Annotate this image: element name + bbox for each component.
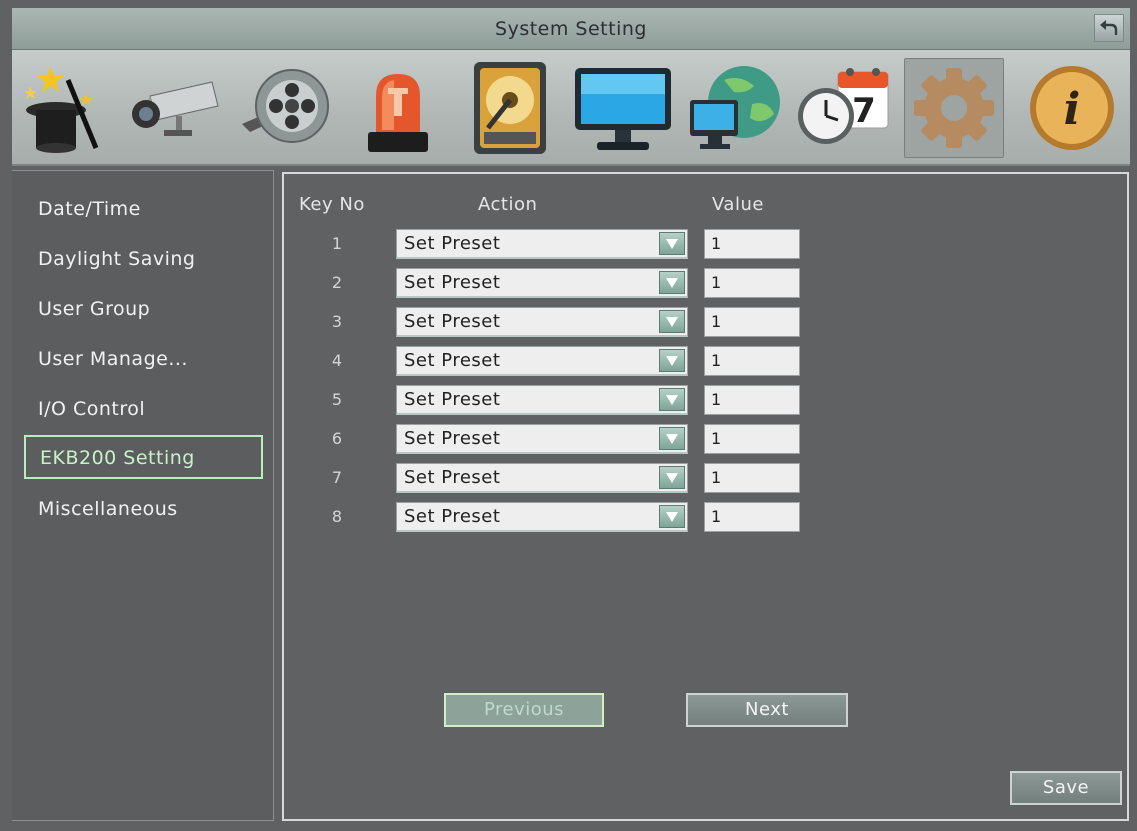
table-row: 7 Set Preset 1 (284, 463, 1127, 493)
value-input[interactable]: 1 (704, 424, 800, 454)
sidebar-item-date-time[interactable]: Date/Time (38, 191, 141, 227)
chevron-down-icon[interactable] (659, 232, 685, 255)
calendar-day: 7 (852, 91, 876, 131)
value-text: 1 (711, 273, 722, 292)
toolbar-schedule[interactable]: 7 (792, 58, 896, 158)
next-button[interactable]: Next (686, 693, 848, 727)
key-number: 2 (331, 273, 343, 292)
action-select[interactable]: Set Preset (396, 424, 688, 454)
chevron-down-icon[interactable] (659, 388, 685, 411)
sidebar-item-user-manage[interactable]: User Manage... (38, 341, 188, 377)
action-select-value: Set Preset (404, 350, 501, 371)
key-number: 5 (331, 390, 343, 409)
chevron-down-icon[interactable] (659, 349, 685, 372)
table-row: 3 Set Preset 1 (284, 307, 1127, 337)
alarm-light-icon (368, 74, 428, 152)
table-row: 1 Set Preset 1 (284, 229, 1127, 259)
info-icon: i (1030, 66, 1114, 150)
icon-toolbar: 7 i (12, 50, 1130, 166)
key-number: 3 (331, 312, 343, 331)
value-text: 1 (711, 351, 722, 370)
chevron-down-icon[interactable] (659, 310, 685, 333)
toolbar-info[interactable]: i (1022, 58, 1122, 158)
chevron-down-icon[interactable] (659, 505, 685, 528)
key-number: 6 (331, 429, 343, 448)
action-select-value: Set Preset (404, 428, 501, 449)
table-row: 6 Set Preset 1 (284, 424, 1127, 454)
toolbar-wizard[interactable] (14, 58, 114, 158)
action-select[interactable]: Set Preset (396, 385, 688, 415)
action-select-value: Set Preset (404, 467, 501, 488)
header-action: Action (478, 194, 538, 215)
network-globe-icon (690, 66, 780, 149)
table-row: 4 Set Preset 1 (284, 346, 1127, 376)
table-row: 2 Set Preset 1 (284, 268, 1127, 298)
hard-disk-icon (474, 62, 546, 154)
toolbar-camera[interactable] (120, 58, 220, 158)
magic-wand-hat-icon (24, 66, 99, 153)
monitor-icon (575, 68, 671, 150)
value-text: 1 (711, 468, 722, 487)
schedule-clock-icon: 7 (798, 68, 889, 144)
sidebar-item-ekb200-setting[interactable]: EKB200 Setting (24, 435, 263, 479)
key-number: 7 (331, 468, 343, 487)
action-select-value: Set Preset (404, 272, 501, 293)
save-button[interactable]: Save (1010, 771, 1122, 805)
toolbar-network[interactable] (684, 58, 788, 158)
action-select-value: Set Preset (404, 311, 501, 332)
action-select-value: Set Preset (404, 233, 501, 254)
value-input[interactable]: 1 (704, 307, 800, 337)
value-text: 1 (711, 234, 722, 253)
toolbar-display[interactable] (568, 58, 678, 158)
key-number: 1 (331, 234, 343, 253)
sidebar: Date/Time Daylight Saving User Group Use… (12, 170, 274, 821)
chevron-down-icon[interactable] (659, 427, 685, 450)
action-select[interactable]: Set Preset (396, 229, 688, 259)
chevron-down-icon[interactable] (659, 466, 685, 489)
value-input[interactable]: 1 (704, 463, 800, 493)
return-arrow-icon (1100, 20, 1118, 35)
info-glyph: i (1064, 84, 1081, 135)
sidebar-item-user-group[interactable]: User Group (38, 291, 150, 327)
key-number: 4 (331, 351, 343, 370)
chevron-down-icon[interactable] (659, 271, 685, 294)
sidebar-item-daylight-saving[interactable]: Daylight Saving (38, 241, 196, 277)
action-select-value: Set Preset (404, 506, 501, 527)
value-text: 1 (711, 507, 722, 526)
action-select[interactable]: Set Preset (396, 346, 688, 376)
previous-button[interactable]: Previous (444, 693, 604, 727)
camera-icon (132, 81, 219, 136)
window-title: System Setting (495, 18, 647, 40)
value-input[interactable]: 1 (704, 346, 800, 376)
toolbar-settings[interactable] (904, 58, 1004, 158)
gear-icon (914, 68, 994, 148)
value-input[interactable]: 1 (704, 229, 800, 259)
table-row: 8 Set Preset 1 (284, 502, 1127, 532)
back-button[interactable] (1094, 14, 1124, 42)
sidebar-item-io-control[interactable]: I/O Control (38, 391, 145, 427)
action-select[interactable]: Set Preset (396, 502, 688, 532)
action-select[interactable]: Set Preset (396, 463, 688, 493)
key-number: 8 (331, 507, 343, 526)
header-key-no: Key No (299, 194, 365, 215)
toolbar-disk[interactable] (460, 58, 560, 158)
toolbar-alarm[interactable] (348, 58, 448, 158)
header-value: Value (712, 194, 764, 215)
action-select[interactable]: Set Preset (396, 307, 688, 337)
value-input[interactable]: 1 (704, 385, 800, 415)
sidebar-item-miscellaneous[interactable]: Miscellaneous (38, 491, 178, 527)
value-input[interactable]: 1 (704, 502, 800, 532)
ekb200-settings-panel: Key No Action Value 1 Set Preset 1 2 Set… (282, 172, 1129, 821)
film-reel-icon (242, 69, 329, 143)
value-text: 1 (711, 312, 722, 331)
value-text: 1 (711, 429, 722, 448)
title-bar: System Setting (12, 8, 1130, 50)
value-input[interactable]: 1 (704, 268, 800, 298)
value-text: 1 (711, 390, 722, 409)
table-row: 5 Set Preset 1 (284, 385, 1127, 415)
toolbar-record[interactable] (234, 58, 334, 158)
action-select[interactable]: Set Preset (396, 268, 688, 298)
action-select-value: Set Preset (404, 389, 501, 410)
